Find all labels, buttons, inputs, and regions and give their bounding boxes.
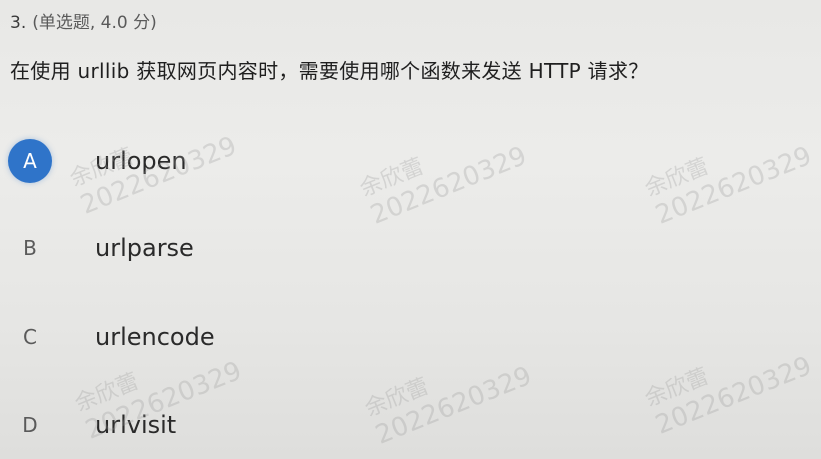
option-a-label: urlopen xyxy=(95,147,187,175)
option-b[interactable]: B urlparse xyxy=(8,222,508,274)
option-c-letter: C xyxy=(23,325,37,349)
option-b-letter: B xyxy=(23,236,37,260)
option-b-label: urlparse xyxy=(95,234,194,262)
quiz-page: 3. (单选题, 4.0 分) 在使用 urllib 获取网页内容时，需要使用哪个… xyxy=(0,0,821,459)
option-d[interactable]: D urlvisit xyxy=(8,399,508,451)
option-d-letter: D xyxy=(22,413,38,437)
option-c[interactable]: C urlencode xyxy=(8,311,508,363)
option-d-label: urlvisit xyxy=(95,411,177,439)
option-a-letter: A xyxy=(8,139,52,183)
option-a[interactable]: A urlopen xyxy=(8,135,508,187)
option-c-label: urlencode xyxy=(95,323,215,351)
options-list: A urlopen B urlparse C urlencode D urlvi… xyxy=(0,0,821,459)
